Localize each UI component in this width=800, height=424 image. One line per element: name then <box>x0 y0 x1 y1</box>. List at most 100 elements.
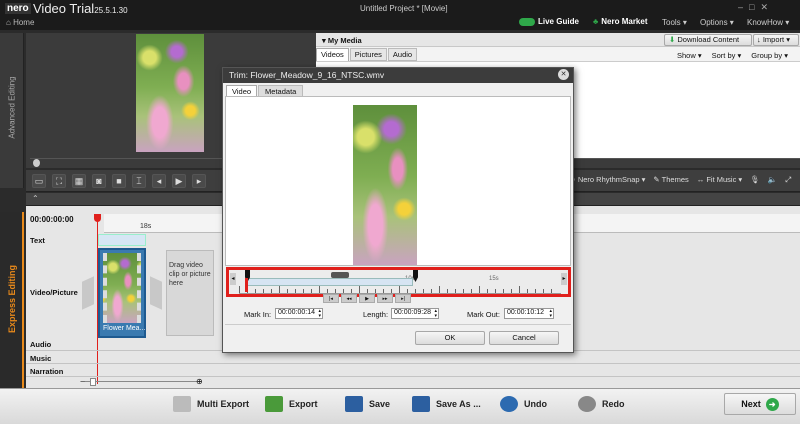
play-icon[interactable]: ▶ <box>359 294 375 303</box>
save-as-label: Save As ... <box>436 399 481 409</box>
close-icon[interactable]: ✕ <box>760 2 774 12</box>
nero-market-button[interactable]: ♣ Nero Market <box>593 17 648 26</box>
trim-timeline[interactable]: ◂ ▸ 10s 15s <box>226 267 571 297</box>
mark-out-field[interactable]: 00:00:10:12 ▴ ▾ <box>504 308 554 319</box>
microphone-icon[interactable]: 🎙 <box>750 175 760 185</box>
show-dropdown[interactable]: Show ▾ <box>677 51 702 60</box>
ruler-tick <box>399 286 400 293</box>
transition-slot-2[interactable] <box>150 276 162 310</box>
tools-menu[interactable]: Tools ▾ <box>662 18 687 27</box>
save-as-button[interactable]: Save As ... <box>404 391 489 417</box>
monitor-icon[interactable]: ▭ <box>32 174 46 188</box>
fullscreen-toggle-icon[interactable]: ⤢ <box>785 175 791 185</box>
prev-icon[interactable]: ◂◂ <box>341 294 357 303</box>
multi-export-button[interactable]: Multi Export <box>165 391 257 417</box>
express-editing-tab[interactable]: Express Editing <box>0 212 24 392</box>
tab-audio[interactable]: Audio <box>387 48 418 61</box>
redo-button[interactable]: Redo <box>570 391 633 417</box>
next-frame-icon[interactable]: ▸ <box>192 174 206 188</box>
download-content-button[interactable]: ⬇ Download Content <box>664 34 752 46</box>
grid-icon[interactable]: ▦ <box>72 174 86 188</box>
selection-range <box>247 278 413 286</box>
ruler-tick <box>431 289 432 293</box>
mark-in-field[interactable]: 00:00:00:14 ▴ ▾ <box>275 308 323 319</box>
transition-slot[interactable] <box>82 276 94 310</box>
tab-videos[interactable]: Videos <box>316 48 349 61</box>
import-label: Import <box>762 35 785 44</box>
tab-pictures[interactable]: Pictures <box>349 48 387 61</box>
prev-frame-icon[interactable]: ◂ <box>152 174 166 188</box>
mark-out-stepper-icon[interactable]: ▴ ▾ <box>549 309 552 319</box>
home-icon: ⌂ <box>6 18 11 27</box>
undo-button[interactable]: Undo <box>492 391 555 417</box>
go-end-icon[interactable]: ▸| <box>395 294 411 303</box>
app-name: Video <box>33 1 67 16</box>
import-button[interactable]: ↓ Import ▾ <box>753 34 799 46</box>
save-button[interactable]: Save <box>337 391 398 417</box>
ruler-tick <box>287 289 288 293</box>
ruler-tick <box>471 289 472 293</box>
trim-playhead[interactable] <box>245 278 248 292</box>
advanced-editing-tab[interactable]: Advanced Editing <box>0 33 24 188</box>
split-icon[interactable]: ⌶ <box>132 174 146 188</box>
ruler-tick <box>303 289 304 293</box>
ruler-tick <box>543 289 544 293</box>
trim-left-arrow[interactable]: ◂ <box>230 273 236 285</box>
next-button[interactable]: Next ➜ <box>724 393 796 415</box>
ruler-tick <box>295 289 296 293</box>
cancel-button[interactable]: Cancel <box>489 331 559 345</box>
trim-right-arrow[interactable]: ▸ <box>561 273 567 285</box>
ruler-tick <box>511 289 512 293</box>
ruler-tick <box>367 289 368 293</box>
go-start-icon[interactable]: |◂ <box>323 294 339 303</box>
themes-button[interactable]: ✎ Themes <box>653 175 688 185</box>
scrubber-handle[interactable] <box>33 159 40 167</box>
rhythmsnap-button[interactable]: ♪ Nero RhythmSnap ▾ <box>572 175 645 185</box>
play-icon[interactable]: ▶ <box>172 174 186 188</box>
dialog-close-icon[interactable]: ✕ <box>558 69 569 80</box>
sort-by-dropdown[interactable]: Sort by ▾ <box>712 51 742 60</box>
redo-label: Redo <box>602 399 625 409</box>
maximize-icon[interactable]: □ <box>749 2 760 12</box>
playhead-handle[interactable] <box>94 214 101 222</box>
drop-zone[interactable]: Drag video clip or picture here <box>166 250 214 336</box>
ok-button[interactable]: OK <box>415 331 485 345</box>
mark-in-label: Mark In: <box>244 310 272 319</box>
track-label-text: Text <box>30 236 45 245</box>
options-menu[interactable]: Options ▾ <box>700 18 734 27</box>
ruler-tick <box>487 289 488 293</box>
media-title-text: My Media <box>327 36 362 45</box>
zoom-out-icon[interactable]: − <box>80 377 85 386</box>
video-clip[interactable]: Flower Mea... <box>98 248 146 338</box>
download-label: Download Content <box>677 35 740 44</box>
snapshot-icon[interactable]: ◙ <box>92 174 106 188</box>
stop-icon[interactable]: ■ <box>112 174 126 188</box>
text-track[interactable] <box>98 234 146 246</box>
track-label-narration: Narration <box>30 367 64 376</box>
next-icon[interactable]: ▸▸ <box>377 294 393 303</box>
volume-icon[interactable]: 🔈 <box>768 175 777 185</box>
ruler-tick <box>519 286 520 293</box>
knowhow-menu[interactable]: KnowHow ▾ <box>747 18 789 27</box>
zoom-handle[interactable] <box>90 378 96 386</box>
fullscreen-icon[interactable]: ⛶ <box>52 174 66 188</box>
length-stepper-icon[interactable]: ▴ ▾ <box>434 309 437 319</box>
save-icon <box>345 396 363 412</box>
multi-export-label: Multi Export <box>197 399 249 409</box>
options-label: Options <box>700 18 728 27</box>
length-field[interactable]: 00:00:09:28 ▴ ▾ <box>391 308 439 319</box>
home-link[interactable]: ⌂ Home <box>6 18 34 27</box>
redo-icon <box>578 396 596 412</box>
zoom-in-icon[interactable]: ⊕ <box>196 377 203 386</box>
live-guide-button[interactable]: Live Guide <box>519 17 579 26</box>
export-button[interactable]: Export <box>257 391 326 417</box>
mark-in-stepper-icon[interactable]: ▴ ▾ <box>318 309 321 319</box>
minimize-icon[interactable]: – <box>738 2 749 12</box>
express-editing-label: Express Editing <box>7 264 17 334</box>
scroll-thumb[interactable] <box>331 272 349 278</box>
mark-out-value: 00:00:10:12 <box>507 309 544 316</box>
group-by-dropdown[interactable]: Group by ▾ <box>751 51 788 60</box>
ruler-tick <box>279 286 280 293</box>
ruler-tick <box>527 289 528 293</box>
fit-music-button[interactable]: ↔ Fit Music ▾ <box>697 175 742 185</box>
